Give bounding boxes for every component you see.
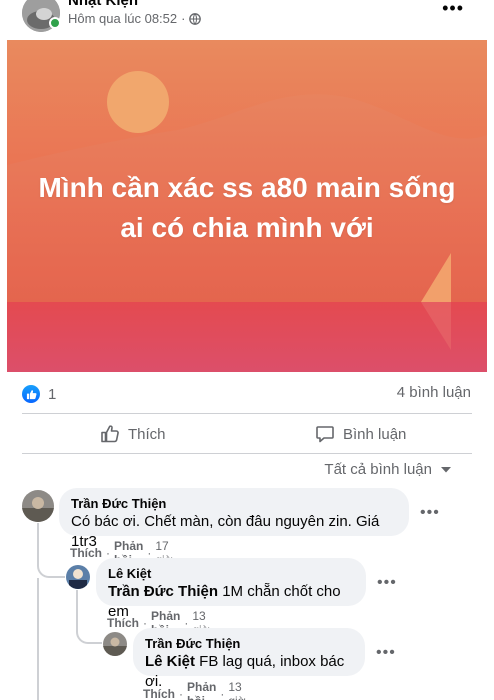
comment-button-label: Bình luận	[343, 425, 407, 443]
thread-line-2	[37, 578, 39, 700]
separator-dot: ·	[181, 11, 186, 26]
online-status-dot	[49, 17, 61, 29]
reply-bubble: Trần Đức Thiện Lê Kiệt FB lag quá, inbox…	[133, 628, 365, 690]
comment-more-options-button[interactable]: •••	[377, 574, 397, 592]
like-reaction-icon	[22, 385, 40, 403]
thread-connector-2	[76, 619, 102, 644]
comment-more-options-button[interactable]: •••	[420, 504, 440, 522]
post-background-image: Mình cần xác ss a80 main sống ai có chia…	[7, 40, 487, 372]
reply-bubble: Lê Kiệt Trần Đức Thiện 1M chẵn chốt cho …	[96, 558, 366, 620]
globe-icon	[189, 12, 202, 25]
comment-reply-button[interactable]: Phản hồi	[187, 680, 216, 700]
reactions-summary[interactable]: 1	[22, 382, 56, 406]
comment-actions: Thích · Phản hồi · 13 giờ	[143, 680, 246, 700]
comment-more-options-button[interactable]: •••	[376, 644, 396, 662]
comment-bubble-icon	[316, 426, 334, 443]
commenter-name[interactable]: Lê Kiệt	[108, 565, 354, 582]
comment-time[interactable]: 13 giờ	[228, 680, 245, 700]
comment-button[interactable]: Bình luận	[315, 420, 406, 448]
post-more-options-button[interactable]: •••	[442, 0, 464, 19]
comment-like-button[interactable]: Thích	[143, 687, 175, 700]
divider-top	[22, 413, 472, 414]
comment-count-link[interactable]: 4 bình luận	[397, 384, 471, 401]
thread-connector-1	[37, 552, 65, 578]
commenter-avatar[interactable]	[22, 490, 54, 522]
commenter-name[interactable]: Trần Đức Thiện	[145, 635, 353, 652]
commenter-name[interactable]: Trần Đức Thiện	[71, 495, 397, 512]
mention-tag[interactable]: Lê Kiệt	[145, 653, 195, 670]
post-image-text-line-2: ai có chia mình với	[120, 212, 374, 243]
thread-line-3	[76, 590, 78, 620]
comment-sort-label: Tất cả bình luận	[324, 461, 432, 478]
separator-dot: ·	[179, 687, 183, 700]
separator-dot: ·	[220, 687, 225, 700]
post-author-name[interactable]: Nhật Kiện	[68, 0, 138, 9]
divider-bottom	[22, 453, 472, 454]
post-image-text-line-1: Mình cần xác ss a80 main sống	[38, 172, 456, 203]
comment-bubble: Trần Đức Thiện Có bác ơi. Chết màn, còn …	[59, 488, 409, 550]
like-button[interactable]: Thích	[100, 420, 166, 448]
post-timestamp[interactable]: Hôm qua lúc 08:52	[68, 11, 177, 26]
like-button-label: Thích	[128, 425, 166, 443]
commenter-avatar[interactable]	[103, 632, 127, 656]
comment-sort-dropdown[interactable]: Tất cả bình luận	[324, 461, 452, 478]
mention-tag[interactable]: Trần Đức Thiện	[108, 583, 218, 600]
reaction-count: 1	[48, 385, 57, 403]
post-image-text: Mình cần xác ss a80 main sống ai có chia…	[7, 168, 487, 248]
post-header: Nhật Kiện Hôm qua lúc 08:52 · •••	[0, 0, 494, 36]
post-meta: Hôm qua lúc 08:52 ·	[68, 11, 202, 26]
comment-like-button[interactable]: Thích	[107, 616, 139, 630]
commenter-avatar[interactable]	[66, 565, 90, 589]
caret-down-icon	[441, 466, 451, 472]
thread-line-1	[37, 523, 39, 553]
thumbs-up-icon	[101, 425, 119, 443]
comment-like-button[interactable]: Thích	[70, 546, 102, 560]
